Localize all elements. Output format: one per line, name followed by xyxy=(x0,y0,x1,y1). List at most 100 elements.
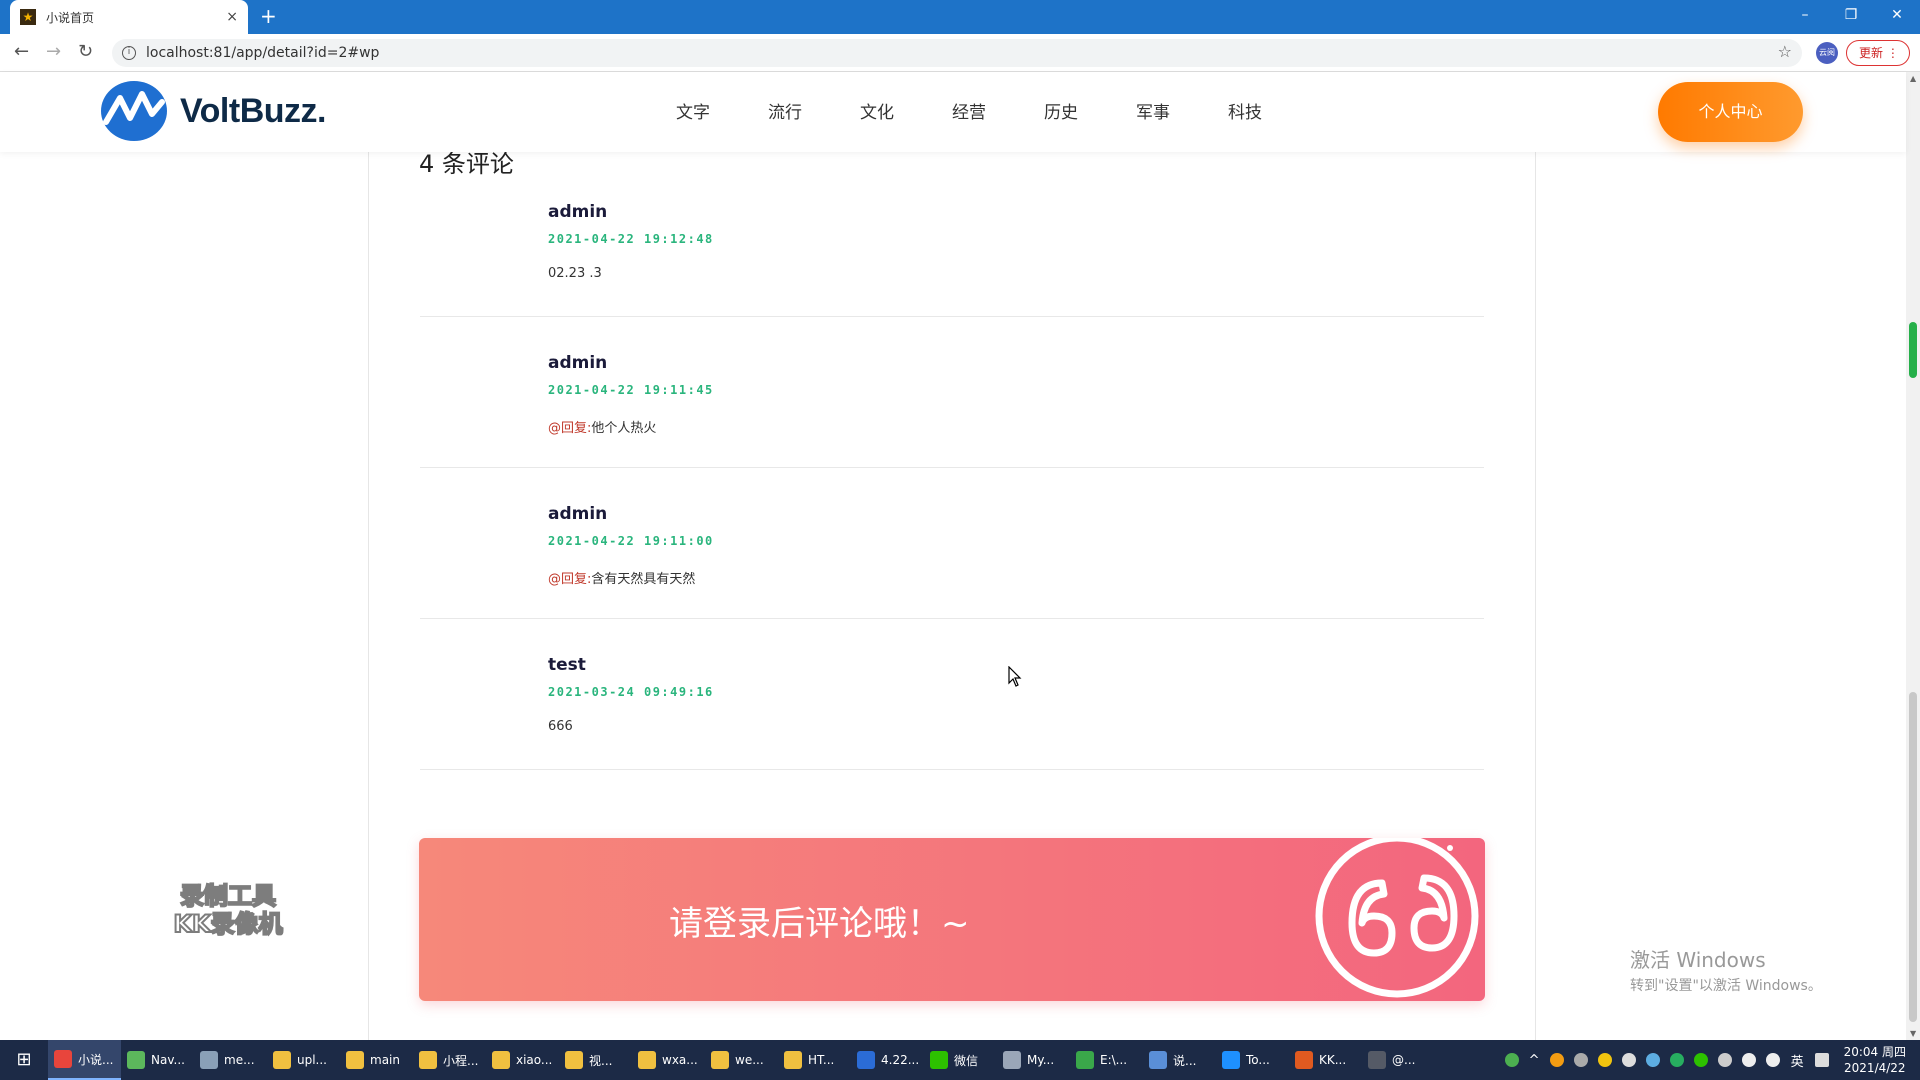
minimize-button[interactable]: – xyxy=(1782,0,1828,34)
nav-item-military[interactable]: 军事 xyxy=(1136,98,1228,123)
tab-close-icon[interactable]: × xyxy=(226,9,238,25)
scroll-marker xyxy=(1909,322,1917,378)
comment-text: @回复:含有天然具有天然 xyxy=(548,568,695,587)
taskbar-app-button[interactable]: 说... xyxy=(1143,1040,1216,1080)
app-icon xyxy=(1003,1051,1021,1069)
user-center-button[interactable]: 个人中心 xyxy=(1658,82,1803,142)
taskbar-app-button[interactable]: xiao... xyxy=(486,1040,559,1080)
taskbar-app-button[interactable]: Nav... xyxy=(121,1040,194,1080)
input-method-icon[interactable] xyxy=(1814,1053,1829,1067)
app-label: wxa... xyxy=(662,1053,698,1067)
app-label: 小程... xyxy=(443,1053,479,1068)
volume-icon[interactable] xyxy=(1765,1053,1780,1067)
taskbar-app-button[interactable]: To... xyxy=(1216,1040,1289,1080)
app-icon xyxy=(1222,1051,1240,1069)
address-toolbar: ← → ↻ i localhost:81/app/detail?id=2#wp … xyxy=(0,34,1920,72)
nav-item-history[interactable]: 历史 xyxy=(1044,98,1136,123)
nav-item-business[interactable]: 经营 xyxy=(952,98,1044,123)
battery-icon[interactable] xyxy=(1504,1053,1519,1067)
reply-prefix[interactable]: @回复: xyxy=(548,572,591,587)
activation-title: 激活 Windows xyxy=(1630,948,1766,972)
app-icon xyxy=(127,1051,145,1069)
comment-item: admin 2021-04-22 19:11:45 @回复:他个人热火 xyxy=(420,317,1484,468)
scroll-thumb[interactable] xyxy=(1909,692,1917,1022)
nav-item-culture[interactable]: 文化 xyxy=(860,98,952,123)
taskbar-app-button[interactable]: main xyxy=(340,1040,413,1080)
tray-app-icon[interactable] xyxy=(1597,1053,1612,1067)
comment-author: admin xyxy=(548,202,608,222)
clock-time: 20:04 周四 xyxy=(1843,1045,1906,1059)
app-label: E:\... xyxy=(1100,1053,1128,1067)
wifi-icon[interactable] xyxy=(1741,1053,1756,1067)
system-clock[interactable]: 20:04 周四 2021/4/22 xyxy=(1844,1044,1906,1076)
taskbar-app-button[interactable]: upl... xyxy=(267,1040,340,1080)
tray-app-icon[interactable] xyxy=(1621,1053,1636,1067)
nav-item-tech[interactable]: 科技 xyxy=(1228,98,1320,123)
app-icon xyxy=(857,1051,875,1069)
tray-app-icon[interactable] xyxy=(1645,1053,1660,1067)
voltbuzz-logo-icon xyxy=(101,81,167,141)
app-label: KK... xyxy=(1319,1053,1347,1067)
taskbar-app-button[interactable]: My... xyxy=(997,1040,1070,1080)
scroll-down-arrow-icon[interactable]: ▼ xyxy=(1910,1029,1916,1038)
taskbar-app-button[interactable]: @... xyxy=(1362,1040,1435,1080)
mouse-cursor-icon xyxy=(1008,666,1022,687)
restore-button[interactable]: ❐ xyxy=(1828,0,1874,34)
app-icon xyxy=(419,1051,437,1069)
taskbar-app-button[interactable]: me... xyxy=(194,1040,267,1080)
taskbar-app-button[interactable]: KK... xyxy=(1289,1040,1362,1080)
recorder-watermark: 录制工具 KK录像机 xyxy=(158,881,298,939)
app-label: 微信 xyxy=(954,1053,979,1068)
app-label: @... xyxy=(1392,1053,1416,1067)
app-label: 视... xyxy=(589,1053,613,1068)
site-favicon-icon: ★ xyxy=(20,9,36,25)
taskbar-app-button[interactable]: 4.22... xyxy=(851,1040,924,1080)
extension-icon[interactable]: 云阅 xyxy=(1816,42,1838,64)
login-to-comment-banner[interactable]: 请登录后评论哦！~ xyxy=(419,838,1485,1001)
nav-item-text[interactable]: 文字 xyxy=(676,98,768,123)
ime-indicator[interactable]: 英 xyxy=(1791,1051,1804,1070)
nav-item-popular[interactable]: 流行 xyxy=(768,98,860,123)
app-icon xyxy=(54,1050,72,1068)
app-label: To... xyxy=(1246,1053,1270,1067)
taskbar-app-button[interactable]: HT... xyxy=(778,1040,851,1080)
browser-update-button[interactable]: 更新 ⋮ xyxy=(1846,40,1910,66)
comment-item: admin 2021-04-22 19:11:00 @回复:含有天然具有天然 xyxy=(420,468,1484,619)
scroll-up-arrow-icon[interactable]: ▲ xyxy=(1910,74,1916,83)
comment-text: @回复:他个人热火 xyxy=(548,417,656,436)
tray-app-icon[interactable] xyxy=(1669,1053,1684,1067)
tray-app-icon[interactable] xyxy=(1549,1053,1564,1067)
back-button[interactable]: ← xyxy=(14,43,29,61)
page-scrollbar[interactable]: ▲ ▼ xyxy=(1906,72,1920,1040)
forward-button[interactable]: → xyxy=(46,43,61,61)
comment-body: 含有天然具有天然 xyxy=(591,572,696,587)
wechat-tray-icon[interactable] xyxy=(1693,1053,1708,1067)
taskbar-app-button[interactable]: 微信 xyxy=(924,1040,997,1080)
network-icon[interactable] xyxy=(1717,1053,1732,1067)
tray-expand-icon[interactable]: ^ xyxy=(1529,1053,1540,1068)
taskbar-app-button[interactable]: 视... xyxy=(559,1040,632,1080)
tray-app-icon[interactable] xyxy=(1573,1053,1588,1067)
app-icon xyxy=(784,1051,802,1069)
bookmark-star-icon[interactable]: ☆ xyxy=(1778,42,1792,61)
reload-button[interactable]: ↻ xyxy=(78,43,93,61)
close-window-button[interactable]: ✕ xyxy=(1874,0,1920,34)
comment-time: 2021-04-22 19:11:00 xyxy=(548,534,714,548)
taskbar-app-button[interactable]: 小说... xyxy=(48,1040,121,1080)
site-info-icon[interactable]: i xyxy=(122,46,136,60)
app-icon xyxy=(200,1051,218,1069)
app-icon xyxy=(1149,1051,1167,1069)
app-icon xyxy=(273,1051,291,1069)
start-button[interactable]: ⊞ xyxy=(0,1040,48,1080)
clock-date: 2021/4/22 xyxy=(1844,1061,1906,1075)
reply-prefix[interactable]: @回复: xyxy=(548,421,591,436)
taskbar-app-button[interactable]: 小程... xyxy=(413,1040,486,1080)
site-logo[interactable]: VoltBuzz. xyxy=(100,80,326,142)
url-field[interactable]: i localhost:81/app/detail?id=2#wp ☆ xyxy=(112,39,1802,67)
taskbar-app-button[interactable]: E:\... xyxy=(1070,1040,1143,1080)
url-text[interactable]: localhost:81/app/detail?id=2#wp xyxy=(146,45,379,61)
taskbar-app-button[interactable]: we... xyxy=(705,1040,778,1080)
new-tab-button[interactable]: + xyxy=(260,6,277,26)
taskbar-app-button[interactable]: wxa... xyxy=(632,1040,705,1080)
browser-tab[interactable]: ★ 小说首页 × xyxy=(10,0,248,34)
